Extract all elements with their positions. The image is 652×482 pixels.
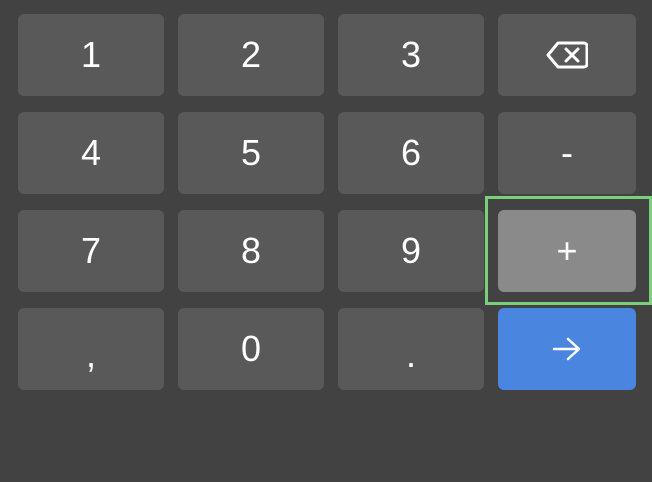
key-0-label: 0 [240,328,262,369]
key-5[interactable]: 5 [178,112,324,194]
decimal-point-key-label: . [405,334,416,375]
decimal-point-key[interactable]: . [338,308,484,390]
key-3-label: 3 [400,34,422,75]
comma-key[interactable]: , [18,308,164,390]
arrow-right-icon [551,336,583,362]
key-2-label: 2 [240,34,262,75]
key-9-label: 9 [400,230,422,271]
key-8[interactable]: 8 [178,210,324,292]
key-9[interactable]: 9 [338,210,484,292]
backspace-icon [546,41,588,69]
key-4-label: 4 [80,132,102,173]
key-5-label: 5 [240,132,262,173]
backspace-button[interactable] [498,14,636,96]
comma-key-label: , [85,334,96,375]
key-7-label: 7 [80,230,102,271]
key-6[interactable]: 6 [338,112,484,194]
key-3[interactable]: 3 [338,14,484,96]
key-6-label: 6 [400,132,422,173]
numeric-keypad: 1 2 3 4 5 6 - 7 8 9 + , 0 . [0,0,652,482]
key-0[interactable]: 0 [178,308,324,390]
key-8-label: 8 [240,230,262,271]
key-2[interactable]: 2 [178,14,324,96]
key-7[interactable]: 7 [18,210,164,292]
plus-key-label: + [556,230,578,271]
enter-button[interactable] [498,308,636,390]
key-4[interactable]: 4 [18,112,164,194]
plus-key[interactable]: + [498,210,636,292]
minus-key-label: - [561,132,573,173]
key-1[interactable]: 1 [18,14,164,96]
minus-key[interactable]: - [498,112,636,194]
key-1-label: 1 [80,34,102,75]
